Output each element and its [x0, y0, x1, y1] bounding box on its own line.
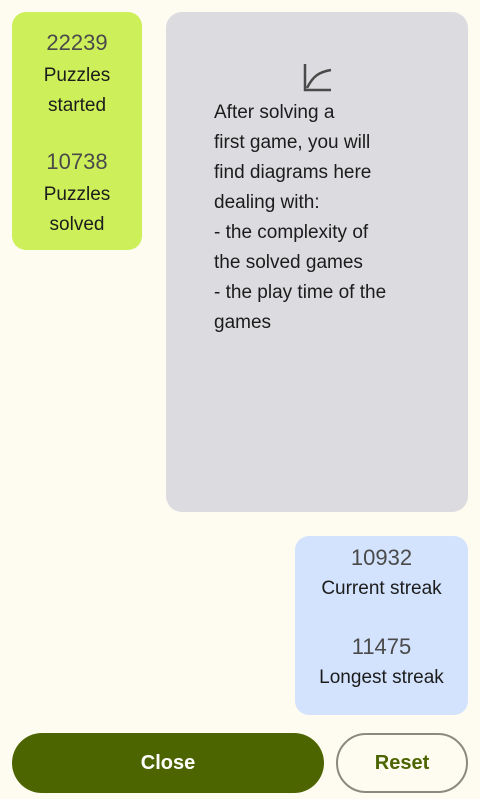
diagram-empty-message: After solving a first game, you will fin…: [214, 102, 387, 333]
longest-streak-count: 11475: [351, 634, 412, 659]
puzzles-solved-count: 10738: [46, 149, 108, 174]
reset-button[interactable]: Reset: [336, 733, 468, 793]
streaks-stats-card: 10932 Current streak 11475 Longest strea…: [295, 536, 468, 715]
puzzles-stats-card: 22239 Puzzles started 10738 Puzzles solv…: [12, 12, 142, 250]
puzzles-started-label: Puzzles started: [43, 65, 111, 116]
chart-line-icon: [301, 62, 333, 94]
puzzles-solved-label: Puzzles solved: [43, 184, 111, 235]
current-streak-label: Current streak: [321, 578, 442, 599]
puzzles-started-count: 22239: [46, 30, 108, 55]
current-streak-count: 10932: [350, 545, 413, 570]
close-button[interactable]: Close: [12, 733, 324, 793]
longest-streak-label: Longest streak: [319, 667, 444, 688]
diagram-card: After solving a first game, you will fin…: [166, 12, 468, 512]
